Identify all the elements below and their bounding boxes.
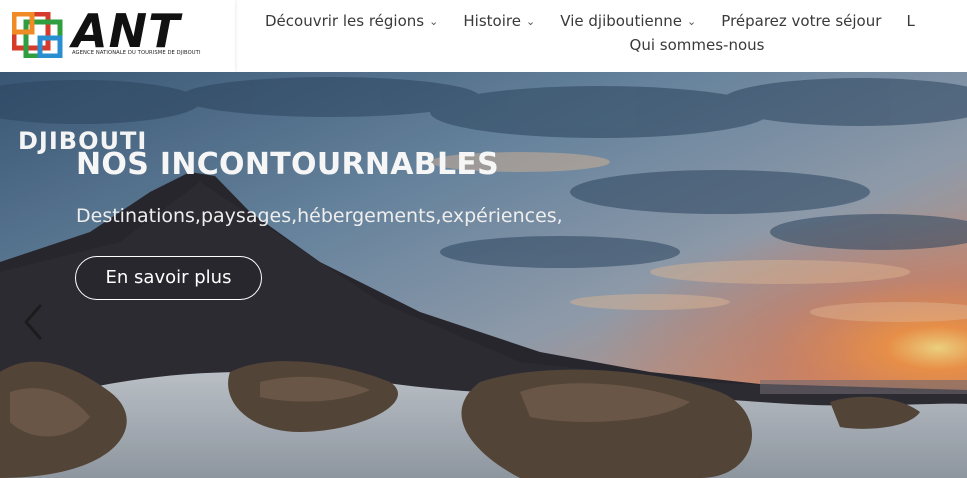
hero-title: NOS INCONTOURNABLES bbox=[76, 147, 500, 182]
learn-more-button[interactable]: En savoir plus bbox=[75, 256, 262, 300]
main-nav: Découvrir les régions ⌄ Histoire ⌄ Vie dji… bbox=[250, 0, 967, 72]
nav-item-vie-djiboutienne[interactable]: Vie djiboutienne ⌄ bbox=[560, 11, 696, 32]
nav-item-decouvrir-les-regions[interactable]: Découvrir les régions ⌄ bbox=[265, 11, 438, 32]
nav-item-label: Vie djiboutienne bbox=[560, 12, 682, 30]
nav-item-label: Qui sommes-nous bbox=[629, 36, 765, 54]
logo-tagline: AGENCE NATIONALE DU TOURISME DE DJIBOUTI bbox=[72, 50, 201, 56]
logo-icon bbox=[12, 12, 63, 58]
logo-wordmark: ANT bbox=[72, 4, 181, 58]
hero-slider: DJIBOUTI NOS INCONTOURNABLES Destination… bbox=[0, 72, 967, 478]
nav-item-preparez-votre-sejour[interactable]: Préparez votre séjour bbox=[721, 11, 881, 31]
site-header: ANT AGENCE NATIONALE DU TOURISME DE DJIB… bbox=[0, 0, 967, 72]
chevron-down-icon: ⌄ bbox=[429, 15, 439, 28]
chevron-down-icon: ⌄ bbox=[525, 15, 536, 28]
hero-subtitle: Destinations,paysages,hébergements,expér… bbox=[76, 205, 563, 227]
nav-item-truncated[interactable]: L bbox=[906, 11, 914, 31]
chevron-left-icon[interactable] bbox=[18, 302, 48, 342]
chevron-down-icon: ⌄ bbox=[686, 15, 697, 28]
nav-item-label: L bbox=[906, 12, 915, 30]
logo[interactable]: ANT AGENCE NATIONALE DU TOURISME DE DJIB… bbox=[0, 0, 235, 72]
nav-item-label: Préparez votre séjour bbox=[721, 12, 882, 30]
nav-item-histoire[interactable]: Histoire ⌄ bbox=[463, 11, 535, 32]
nav-item-qui-sommes-nous[interactable]: Qui sommes-nous bbox=[630, 35, 765, 55]
nav-item-label: Histoire bbox=[463, 12, 521, 30]
nav-item-label: Découvrir les régions bbox=[265, 12, 425, 30]
